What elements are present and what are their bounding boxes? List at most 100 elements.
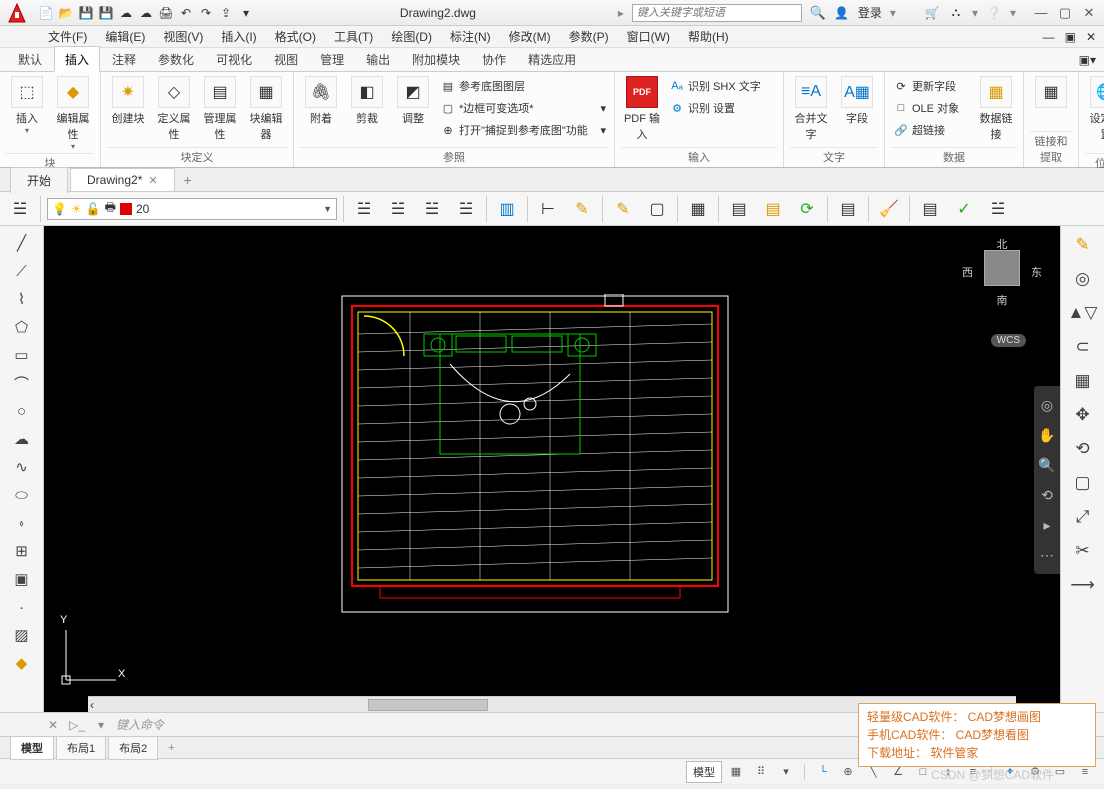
save-icon[interactable]: 💾 (78, 5, 94, 21)
stretch-icon[interactable]: ⤢ (1068, 502, 1098, 532)
circle-icon[interactable]: ○ (8, 398, 36, 424)
adjust-button[interactable]: ◩调整 (392, 76, 434, 126)
draw-icon[interactable]: ✎ (568, 195, 596, 223)
minimize-button[interactable]: — (1030, 4, 1052, 22)
array-icon[interactable]: ▦ (1068, 366, 1098, 396)
view-cube[interactable]: 北 西 东 南 (962, 236, 1042, 326)
create-block-button[interactable]: ✷创建块 (107, 76, 149, 126)
grid-icon[interactable]: ▦ (725, 762, 747, 782)
polyline-icon[interactable]: ⌇ (8, 286, 36, 312)
ribtab-manage[interactable]: 管理 (310, 47, 354, 71)
polygon-icon[interactable]: ⬠ (8, 314, 36, 340)
command-input[interactable]: 键入命令 (116, 716, 636, 733)
set-location-button[interactable]: 🌐设定位置▾ (1085, 76, 1104, 151)
app-home-icon[interactable]: ⛬ (948, 5, 964, 21)
layer-dropdown[interactable]: 💡 ☀ 🔓 🖶 20 ▼ (47, 198, 337, 220)
menu-view[interactable]: 视图(V) (159, 26, 207, 47)
ole-object-button[interactable]: □OLE 对象 (891, 98, 971, 118)
close-button[interactable]: ✕ (1078, 4, 1100, 22)
spline-icon[interactable]: ∿ (8, 454, 36, 480)
share-icon[interactable]: ⇪ (218, 5, 234, 21)
clip-button[interactable]: ◧剪裁 (346, 76, 388, 126)
mgr-attr-button[interactable]: ▤管理属性 (199, 76, 241, 142)
revcloud-icon[interactable]: ☁ (8, 426, 36, 452)
erase-icon[interactable]: ✎ (1068, 230, 1098, 260)
point-icon[interactable]: · (8, 594, 36, 620)
hatch-icon[interactable]: ▨ (8, 622, 36, 648)
tool-c-icon[interactable]: ▤ (759, 195, 787, 223)
new-icon[interactable]: 📄 (38, 5, 54, 21)
panel-data[interactable]: 数据 (891, 147, 1017, 165)
cmd-prompt-icon[interactable]: ▷_ (68, 716, 86, 734)
ribtab-view[interactable]: 视图 (264, 47, 308, 71)
showmotion-icon[interactable]: ▸ (1034, 510, 1060, 540)
maximize-button[interactable]: ▢ (1054, 4, 1076, 22)
underlay-layers-button[interactable]: ▤参考底图图层 (438, 76, 608, 96)
copy-icon[interactable]: ◎ (1068, 264, 1098, 294)
line-icon[interactable]: ╱ (8, 230, 36, 256)
plot-icon[interactable]: 🖨 (158, 5, 174, 21)
extend-icon[interactable]: ⟶ (1068, 570, 1098, 600)
panel-blockdef[interactable]: 块定义 (107, 147, 287, 165)
cloud-open-icon[interactable]: ☁ (118, 5, 134, 21)
cart-icon[interactable]: 🛒 (924, 5, 940, 21)
datalink-button[interactable]: ▦数据链接 (975, 76, 1017, 142)
ribtab-insert[interactable]: 插入 (54, 46, 100, 72)
recognize-settings-button[interactable]: ⚙识别 设置 (667, 98, 777, 118)
panel-import[interactable]: 输入 (621, 147, 777, 165)
snap-underlay-button[interactable]: ⊕打开"捕捉到参考底图"功能 ▾ (438, 120, 608, 140)
ribtab-output[interactable]: 输出 (356, 47, 400, 71)
navbar-dropdown-icon[interactable]: ⋯ (1034, 540, 1060, 570)
saveas-icon[interactable]: 💾 (98, 5, 114, 21)
menu-help[interactable]: 帮助(H) (684, 26, 733, 47)
layer-lock-icon[interactable]: ☱ (452, 195, 480, 223)
ribtab-featured[interactable]: 精选应用 (518, 47, 586, 71)
layer-iso-icon[interactable]: ☱ (350, 195, 378, 223)
app-logo[interactable] (0, 0, 34, 26)
block-editor-button[interactable]: ▦块编辑器 (245, 76, 287, 142)
menu-format[interactable]: 格式(O) (271, 26, 320, 47)
ribtab-visualize[interactable]: 可视化 (206, 47, 262, 71)
snap-icon[interactable]: ⠿ (750, 762, 772, 782)
fullnav-icon[interactable]: ◎ (1034, 390, 1060, 420)
ucs-icon[interactable]: Y X (56, 620, 126, 690)
arc-icon[interactable]: ⌒ (8, 370, 36, 396)
wcs-badge[interactable]: WCS (991, 334, 1026, 347)
login-link[interactable]: 登录 (858, 4, 882, 21)
field-button[interactable]: A▦字段 (836, 76, 878, 126)
help-search-input[interactable] (632, 4, 802, 22)
gradient-icon[interactable]: ◆ (8, 650, 36, 676)
block-make-icon[interactable]: ▣ (8, 566, 36, 592)
ribtab-default[interactable]: 默认 (8, 47, 52, 71)
layout-2[interactable]: 布局2 (108, 736, 158, 760)
ellipse-arc-icon[interactable]: ⬫ (8, 510, 36, 536)
polar-icon[interactable]: ⊕ (837, 762, 859, 782)
file-tab-start[interactable]: 开始 (10, 167, 68, 193)
layer-off-icon[interactable]: ☱ (384, 195, 412, 223)
update-field-button[interactable]: ⟳更新字段 (891, 76, 971, 96)
insert-icon[interactable]: ⊞ (8, 538, 36, 564)
ribbon-collapse-icon[interactable]: ▣▾ (1071, 49, 1104, 71)
close-tab-icon[interactable]: ✕ (148, 174, 157, 187)
panel-ref[interactable]: 参照 (300, 147, 608, 165)
block-icon[interactable]: ▢ (643, 195, 671, 223)
hyperlink-button[interactable]: 🔗超链接 (891, 120, 971, 140)
cmd-dropdown-icon[interactable]: ▾ (92, 716, 110, 734)
layer-props-icon[interactable]: ☱ (6, 195, 34, 223)
search-icon[interactable]: 🔍 (810, 5, 826, 21)
move-icon[interactable]: ✥ (1068, 400, 1098, 430)
menu-tools[interactable]: 工具(T) (330, 26, 377, 47)
cmd-close-icon[interactable]: ✕ (44, 716, 62, 734)
attach-button[interactable]: 🖇附着 (300, 76, 342, 126)
menu-insert[interactable]: 插入(I) (217, 26, 260, 47)
pdf-import-button[interactable]: PDFPDF 输入 (621, 76, 663, 142)
layer-freeze-icon[interactable]: ☱ (418, 195, 446, 223)
doc-minimize-button[interactable]: — (1039, 28, 1059, 46)
zoom-icon[interactable]: 🔍 (1034, 450, 1060, 480)
ray-icon[interactable]: ⟋ (8, 258, 36, 284)
matchprop-icon[interactable]: ▥ (493, 195, 521, 223)
offset-icon[interactable]: ⊂ (1068, 332, 1098, 362)
dim-icon[interactable]: ⊢ (534, 195, 562, 223)
open-icon[interactable]: 📂 (58, 5, 74, 21)
tool-e-icon[interactable]: ▤ (834, 195, 862, 223)
